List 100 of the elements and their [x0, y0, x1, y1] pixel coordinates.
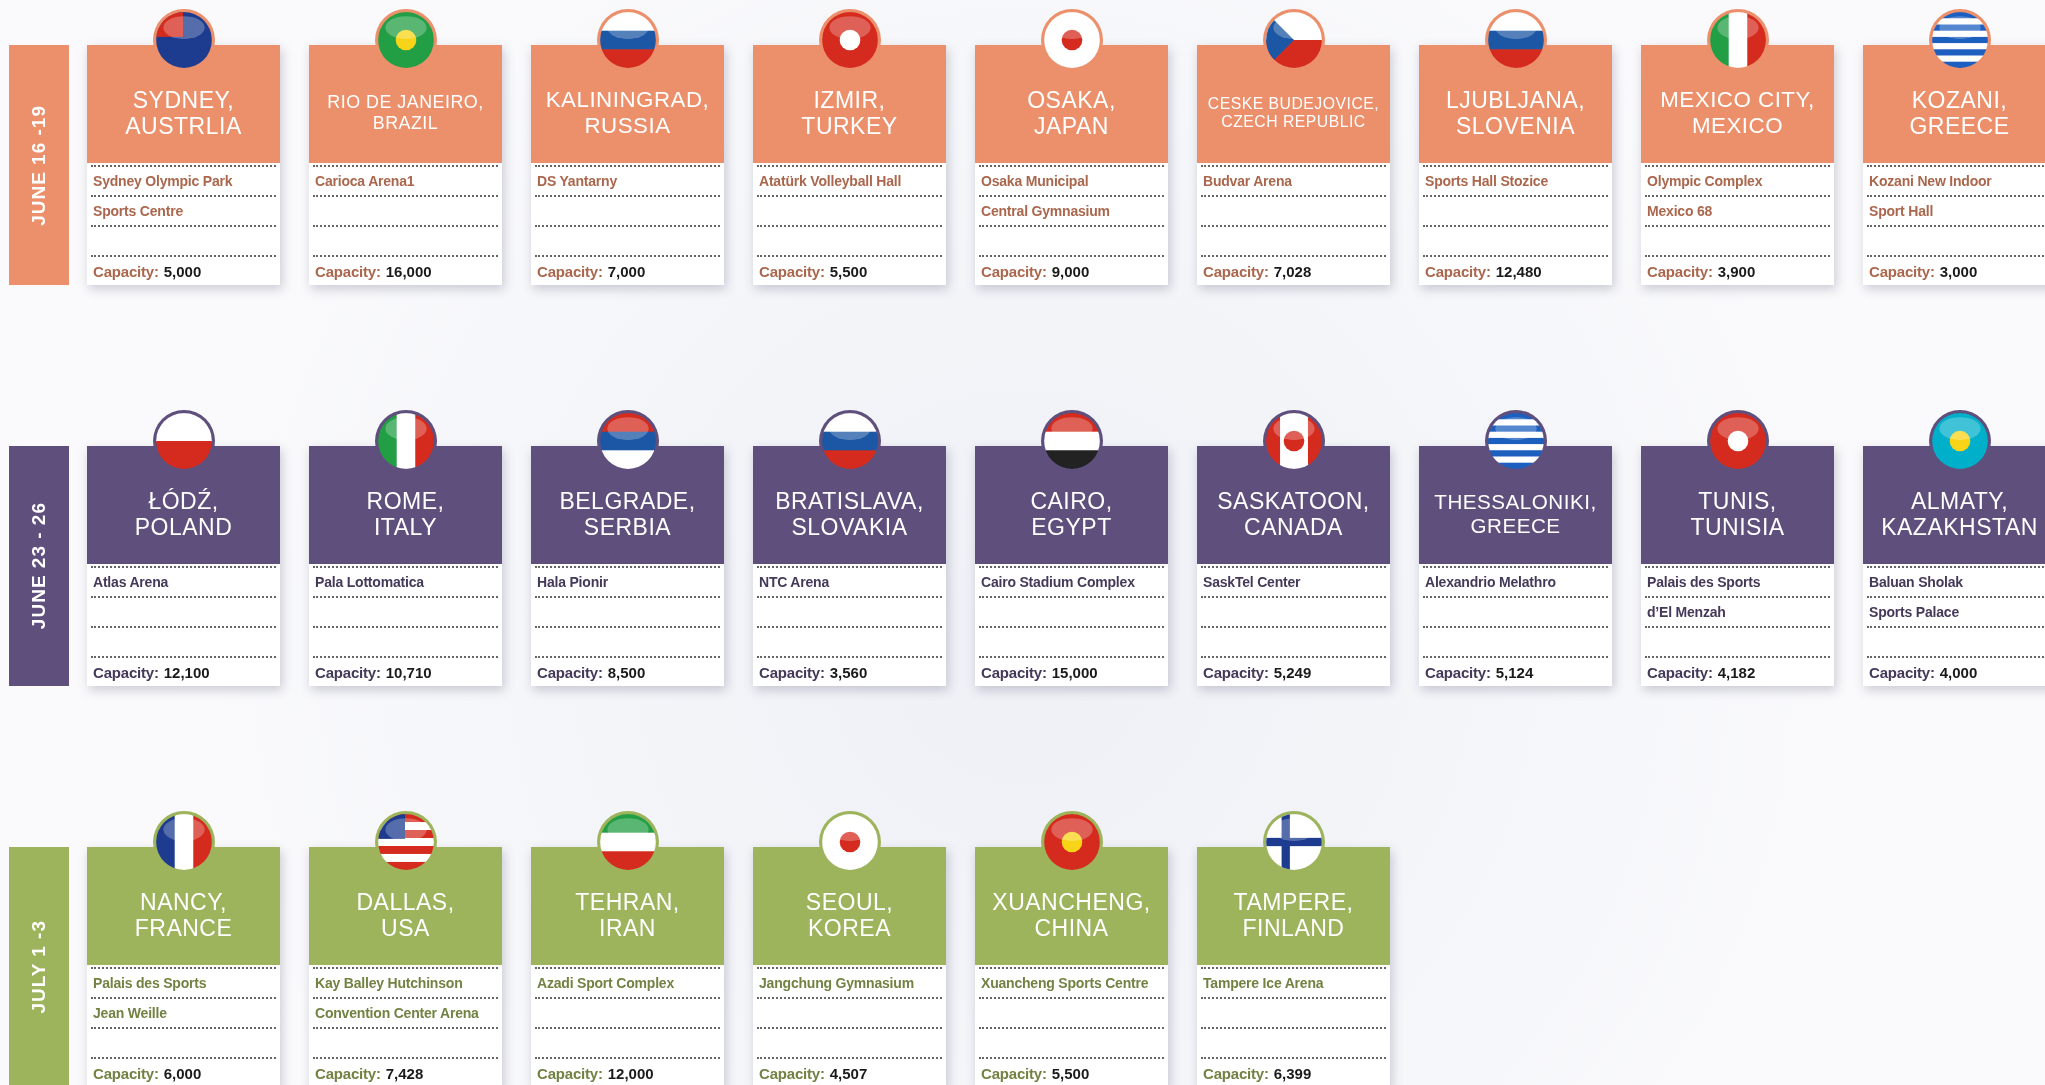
capacity-value: 3,900 — [1717, 262, 1756, 280]
capacity-label: Capacity: — [1203, 663, 1269, 681]
venue-name: NTC Arena — [759, 574, 830, 590]
venue-name: Kozani New Indoor — [1869, 173, 1992, 189]
city-name: KOZANI, GREECE — [1909, 86, 2010, 140]
city-name: SEOUL, KOREA — [805, 888, 894, 942]
city-name: CAIRO, EGYPT — [1030, 487, 1113, 541]
city-name: DALLAS, USA — [356, 888, 455, 942]
capacity-value: 4,000 — [1939, 663, 1978, 681]
city-name: ALMATY, KAZAKHSTAN — [1881, 487, 2038, 541]
capacity-value: 5,000 — [163, 262, 202, 280]
venue-name: Osaka Municipal — [981, 173, 1089, 189]
city-name: NANCY, FRANCE — [134, 888, 233, 942]
city-name: BRATISLAVA, SLOVAKIA — [775, 487, 924, 541]
city-name: THESSALONIKI, GREECE — [1434, 490, 1597, 538]
venue-name: d’El Menzah — [1647, 604, 1726, 620]
capacity-value: 5,500 — [829, 262, 868, 280]
capacity-value: 12,100 — [163, 663, 210, 681]
capacity-value: 15,000 — [1051, 663, 1098, 681]
city-name: ROME, ITALY — [366, 487, 445, 541]
venue-name: Cairo Stadium Complex — [981, 574, 1135, 590]
capacity-label: Capacity: — [759, 1064, 825, 1082]
capacity-value: 5,500 — [1051, 1064, 1090, 1082]
venue-name: Hala Pionir — [537, 574, 608, 590]
capacity-label: Capacity: — [93, 663, 159, 681]
capacity-label: Capacity: — [759, 663, 825, 681]
venue-name: Olympic Complex — [1647, 173, 1763, 189]
venue-name: Pala Lottomatica — [315, 574, 424, 590]
venue-name: Palais des Sports — [93, 975, 207, 991]
city-name: TEHRAN, IRAN — [575, 888, 680, 942]
city-name: ŁÓDŹ, POLAND — [134, 487, 233, 541]
city-name: BELGRADE, SERBIA — [559, 487, 696, 541]
venue-name: Sydney Olympic Park — [93, 173, 233, 189]
capacity-value: 3,560 — [829, 663, 868, 681]
city-name: KALININGRAD, RUSSIA — [545, 87, 710, 139]
venue-name: Mexico 68 — [1647, 203, 1713, 219]
capacity-label: Capacity: — [981, 262, 1047, 280]
capacity-label: Capacity: — [1869, 663, 1935, 681]
date-band: JULY 1 -3 — [9, 847, 69, 1085]
city-name: MEXICO CITY, MEXICO — [1660, 87, 1815, 139]
date-band: JUNE 23 - 26 — [9, 446, 69, 686]
capacity-value: 9,000 — [1051, 262, 1090, 280]
capacity-value: 6,399 — [1273, 1064, 1312, 1082]
capacity-value: 12,480 — [1495, 262, 1542, 280]
capacity-label: Capacity: — [537, 262, 603, 280]
venue-name: DS Yantarny — [537, 173, 618, 189]
venue-name: Sports Centre — [93, 203, 183, 219]
capacity-value: 4,507 — [829, 1064, 868, 1082]
capacity-value: 5,124 — [1495, 663, 1534, 681]
capacity-label: Capacity: — [93, 262, 159, 280]
venue-name: Xuancheng Sports Centre — [981, 975, 1149, 991]
venue-name: Alexandrio Melathro — [1425, 574, 1556, 590]
city-name: IZMIR, TURKEY — [801, 86, 898, 140]
venue-name: Budvar Arena — [1203, 173, 1292, 189]
city-name: OSAKA, JAPAN — [1027, 86, 1116, 140]
capacity-label: Capacity: — [1647, 262, 1713, 280]
capacity-label: Capacity: — [981, 663, 1047, 681]
capacity-value: 16,000 — [385, 262, 432, 280]
capacity-label: Capacity: — [1425, 663, 1491, 681]
venue-name: Convention Center Arena — [315, 1005, 479, 1021]
city-name: SYDNEY, AUSTRLIA — [125, 86, 242, 140]
venue-name: Sports Palace — [1869, 604, 1959, 620]
capacity-value: 8,500 — [607, 663, 646, 681]
capacity-value: 3,000 — [1939, 262, 1978, 280]
capacity-value: 7,028 — [1273, 262, 1312, 280]
venue-name: Sports Hall Stozice — [1425, 173, 1548, 189]
date-band: JUNE 16 -19 — [9, 45, 69, 285]
capacity-value: 12,000 — [607, 1064, 654, 1082]
venue-name: Palais des Sports — [1647, 574, 1761, 590]
venue-name: Central Gymnasium — [981, 203, 1110, 219]
venue-name: Jean Weille — [93, 1005, 167, 1021]
city-name: CESKE BUDEJOVICE, CZECH REPUBLIC — [1207, 94, 1380, 132]
venue-name: Kay Balley Hutchinson — [315, 975, 463, 991]
city-name: XUANCHENG, CHINA — [992, 888, 1151, 942]
capacity-label: Capacity: — [315, 262, 381, 280]
capacity-label: Capacity: — [537, 1064, 603, 1082]
capacity-label: Capacity: — [1203, 1064, 1269, 1082]
city-name: TUNIS, TUNISIA — [1690, 487, 1785, 541]
capacity-label: Capacity: — [537, 663, 603, 681]
capacity-label: Capacity: — [759, 262, 825, 280]
capacity-value: 5,249 — [1273, 663, 1312, 681]
capacity-label: Capacity: — [315, 663, 381, 681]
venue-name: Sport Hall — [1869, 203, 1934, 219]
capacity-label: Capacity: — [315, 1064, 381, 1082]
city-name: RIO DE JANEIRO, BRAZIL — [327, 92, 484, 134]
capacity-label: Capacity: — [981, 1064, 1047, 1082]
city-name: TAMPERE, FINLAND — [1233, 888, 1354, 942]
capacity-label: Capacity: — [1425, 262, 1491, 280]
city-name: LJUBLJANA, SLOVENIA — [1445, 86, 1586, 140]
venue-name: Baluan Sholak — [1869, 574, 1963, 590]
capacity-value: 7,428 — [385, 1064, 424, 1082]
venue-name: SaskTel Center — [1203, 574, 1301, 590]
venue-name: Atatürk Volleyball Hall — [759, 173, 902, 189]
capacity-value: 10,710 — [385, 663, 432, 681]
venue-name: Azadi Sport Complex — [537, 975, 674, 991]
venue-name: Atlas Arena — [93, 574, 169, 590]
city-name: SASKATOON, CANADA — [1217, 487, 1370, 541]
capacity-label: Capacity: — [1869, 262, 1935, 280]
capacity-label: Capacity: — [93, 1064, 159, 1082]
venue-name: Tampere Ice Arena — [1203, 975, 1324, 991]
